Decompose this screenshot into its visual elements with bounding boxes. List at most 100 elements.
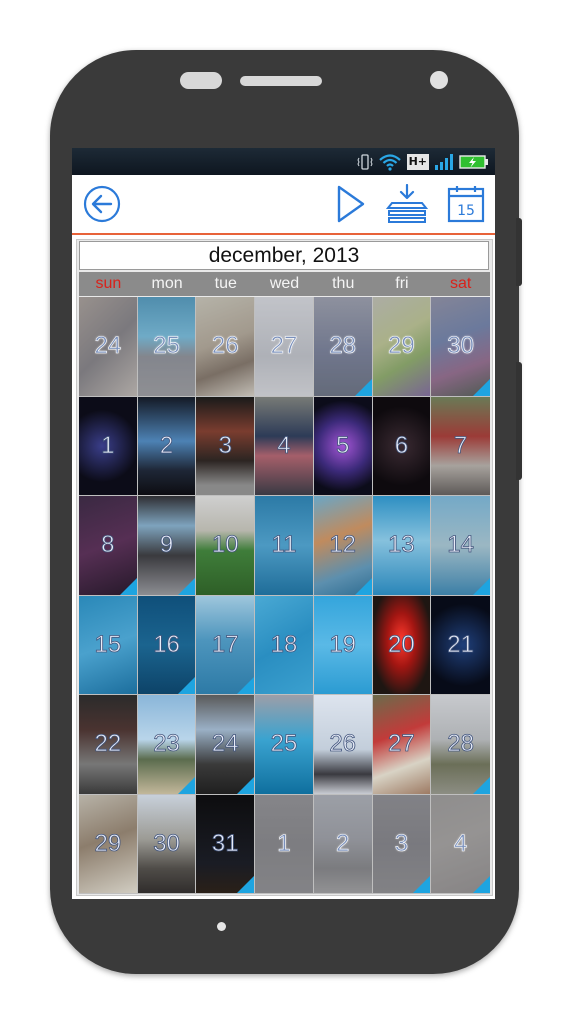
media-flag-icon bbox=[472, 378, 490, 396]
day-cell[interactable]: 26 bbox=[313, 695, 373, 795]
day-number: 2 bbox=[159, 431, 174, 459]
day-number: 6 bbox=[394, 431, 409, 459]
day-cell[interactable]: 11 bbox=[255, 496, 314, 596]
weekday-label: fri bbox=[395, 275, 409, 292]
day-number: 4 bbox=[453, 829, 468, 857]
play-icon[interactable] bbox=[336, 184, 366, 224]
day-cell[interactable]: 9 bbox=[137, 496, 197, 596]
day-number: 20 bbox=[388, 630, 415, 658]
day-number: 11 bbox=[271, 531, 297, 559]
day-cell[interactable]: 28 bbox=[313, 297, 373, 397]
weekday-label: tue bbox=[214, 275, 237, 292]
day-cell[interactable]: 2 bbox=[313, 794, 373, 894]
media-flag-icon bbox=[472, 876, 490, 893]
network-type-badge: H+ bbox=[406, 154, 429, 170]
day-cell[interactable]: 3 bbox=[372, 794, 432, 894]
day-cell[interactable]: 15 bbox=[79, 595, 138, 695]
wifi-icon bbox=[378, 154, 401, 171]
day-cell[interactable]: 5 bbox=[313, 396, 373, 496]
day-number: 29 bbox=[94, 829, 122, 857]
day-number: 25 bbox=[153, 332, 180, 360]
volume-button bbox=[516, 218, 522, 286]
day-number: 9 bbox=[159, 531, 174, 559]
day-cell[interactable]: 30 bbox=[137, 794, 197, 894]
day-cell[interactable]: 14 bbox=[431, 496, 490, 596]
day-number: 7 bbox=[453, 431, 468, 459]
day-cell[interactable]: 31 bbox=[196, 794, 256, 894]
day-number: 10 bbox=[211, 531, 239, 559]
day-number: 27 bbox=[270, 332, 298, 360]
day-cell[interactable]: 29 bbox=[372, 297, 432, 397]
earpiece-icon bbox=[240, 76, 322, 86]
day-cell[interactable]: 21 bbox=[431, 595, 490, 695]
day-cell[interactable]: 29 bbox=[79, 794, 138, 894]
day-cell[interactable]: 13 bbox=[372, 496, 432, 596]
day-cell[interactable]: 19 bbox=[313, 595, 373, 695]
day-cell[interactable]: 23 bbox=[137, 695, 197, 795]
day-cell[interactable]: 24 bbox=[196, 695, 256, 795]
day-cell[interactable]: 24 bbox=[79, 297, 138, 397]
screen: H+ 15 december, 2013 sun mon tue wed thu… bbox=[72, 148, 495, 899]
day-cell[interactable]: 16 bbox=[137, 595, 197, 695]
day-number: 26 bbox=[329, 730, 357, 758]
day-cell[interactable]: 30 bbox=[431, 297, 490, 397]
day-number: 31 bbox=[211, 829, 239, 857]
day-cell[interactable]: 17 bbox=[196, 595, 256, 695]
day-number: 26 bbox=[211, 332, 239, 360]
day-cell[interactable]: 18 bbox=[255, 595, 314, 695]
signal-icon bbox=[435, 154, 453, 170]
calendar-15-icon[interactable]: 15 bbox=[446, 184, 486, 224]
day-cell[interactable]: 27 bbox=[255, 297, 314, 397]
day-cell[interactable]: 6 bbox=[372, 396, 432, 496]
back-arrow-icon[interactable] bbox=[82, 184, 122, 224]
media-flag-icon bbox=[354, 378, 372, 396]
day-cell[interactable]: 8 bbox=[79, 496, 138, 596]
media-flag-icon bbox=[178, 776, 196, 794]
day-number: 2 bbox=[335, 829, 350, 857]
day-cell[interactable]: 12 bbox=[313, 496, 373, 596]
day-number: 24 bbox=[94, 332, 122, 360]
day-number: 23 bbox=[153, 730, 180, 758]
import-stack-icon[interactable] bbox=[386, 184, 428, 224]
day-cell[interactable]: 25 bbox=[137, 297, 197, 397]
front-camera-icon bbox=[430, 71, 448, 89]
day-cell[interactable]: 7 bbox=[431, 396, 490, 496]
day-cell[interactable]: 28 bbox=[431, 695, 490, 795]
day-cell[interactable]: 25 bbox=[255, 695, 314, 795]
status-bar: H+ bbox=[72, 148, 495, 175]
day-cell[interactable]: 26 bbox=[196, 297, 256, 397]
day-number: 22 bbox=[94, 730, 122, 758]
media-flag-icon bbox=[178, 577, 196, 595]
media-flag-icon bbox=[237, 677, 255, 694]
media-flag-icon bbox=[472, 776, 490, 794]
weekday-label: sun bbox=[95, 275, 122, 292]
sensor-icon bbox=[180, 72, 222, 89]
day-cell[interactable]: 1 bbox=[255, 794, 314, 894]
media-flag-icon bbox=[119, 577, 137, 595]
day-cell[interactable]: 4 bbox=[431, 794, 490, 894]
day-number: 25 bbox=[270, 730, 298, 758]
media-flag-icon bbox=[237, 876, 255, 893]
vibrate-icon bbox=[357, 154, 373, 170]
day-number: 18 bbox=[270, 630, 298, 658]
month-title[interactable]: december, 2013 bbox=[79, 241, 489, 270]
weekday-header: sun mon tue wed thu fri sat bbox=[79, 272, 490, 296]
day-number: 5 bbox=[335, 431, 350, 459]
day-cell[interactable]: 10 bbox=[196, 496, 256, 596]
day-number: 24 bbox=[211, 730, 239, 758]
day-number: 3 bbox=[218, 431, 232, 459]
action-bar: 15 bbox=[72, 175, 495, 235]
day-number: 28 bbox=[447, 730, 474, 758]
day-cell[interactable]: 2 bbox=[137, 396, 197, 496]
power-button bbox=[516, 362, 522, 480]
day-cell[interactable]: 20 bbox=[372, 595, 432, 695]
weekday-label: wed bbox=[269, 275, 300, 292]
day-cell[interactable]: 27 bbox=[372, 695, 432, 795]
day-cell[interactable]: 4 bbox=[255, 396, 314, 496]
day-number: 15 bbox=[94, 630, 122, 658]
day-cell[interactable]: 1 bbox=[79, 396, 138, 496]
day-number: 30 bbox=[447, 332, 474, 360]
day-cell[interactable]: 22 bbox=[79, 695, 138, 795]
media-flag-icon bbox=[354, 577, 372, 595]
day-cell[interactable]: 3 bbox=[196, 396, 256, 496]
